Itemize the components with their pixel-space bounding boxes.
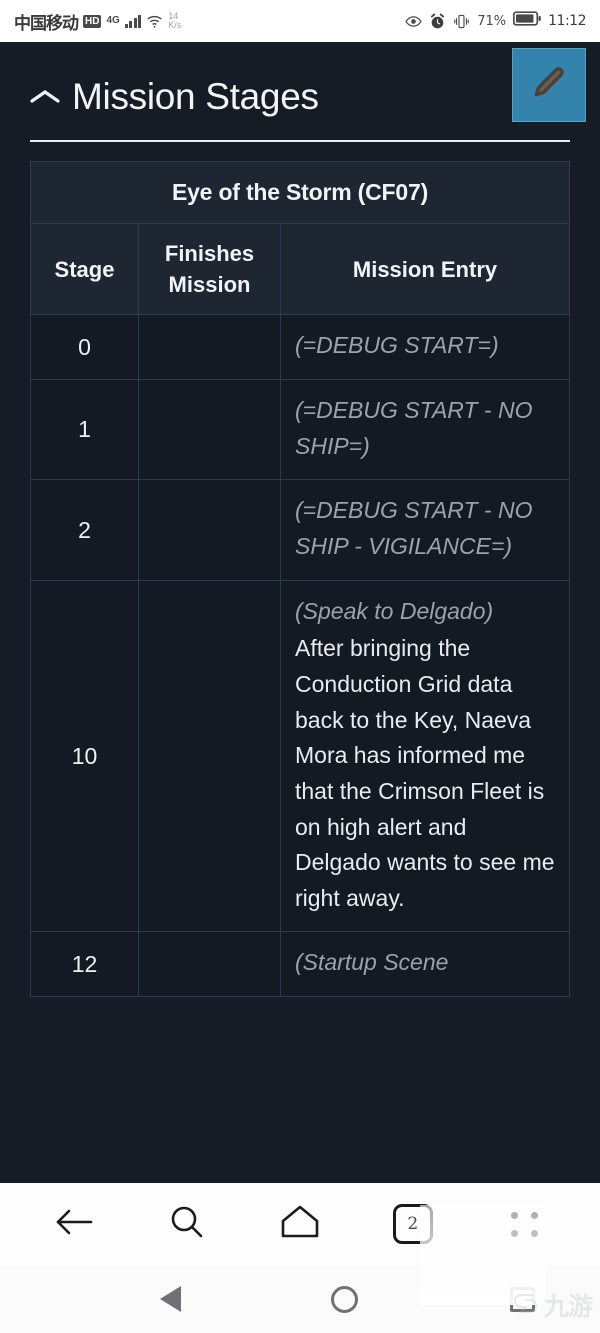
entry-note: (=DEBUG START=) <box>295 332 499 359</box>
entry-note: (=DEBUG START - NO SHIP=) <box>295 397 533 459</box>
table-header-row: Stage Finishes Mission Mission Entry <box>30 222 570 316</box>
title-divider <box>30 140 570 142</box>
cell-finishes-mission <box>138 379 281 481</box>
cell-mission-entry: (=DEBUG START=) <box>280 314 570 381</box>
cell-finishes-mission <box>138 931 281 998</box>
more-menu-button[interactable] <box>492 1193 560 1255</box>
signal-bars-icon <box>124 14 142 28</box>
column-header-stage: Stage <box>30 222 139 316</box>
cell-stage: 0 <box>30 314 139 381</box>
status-bar-left: 中国移动 HD 4G 14 K/s <box>14 9 181 34</box>
tab-count-label: 2 <box>407 1214 419 1234</box>
wifi-icon <box>146 13 163 30</box>
nav-recents-button[interactable] <box>457 1265 587 1333</box>
column-header-finishes-mission: Finishes Mission <box>138 222 281 316</box>
edit-button[interactable] <box>512 48 586 122</box>
search-button[interactable] <box>153 1193 221 1255</box>
tab-count-square: 2 <box>392 1204 433 1244</box>
browser-toolbar: 2 <box>0 1183 600 1265</box>
nav-back-triangle-icon <box>159 1286 181 1312</box>
back-arrow-icon <box>53 1205 95 1244</box>
page-title: Mission Stages <box>72 76 319 117</box>
cell-mission-entry: (=DEBUG START - NO SHIP=) <box>280 379 570 481</box>
entry-note: (=DEBUG START - NO SHIP - VIGILANCE=) <box>295 497 533 560</box>
cell-finishes-mission <box>138 314 281 381</box>
cell-finishes-mission <box>138 479 281 581</box>
nav-back-button[interactable] <box>105 1265 235 1333</box>
back-button[interactable] <box>40 1193 108 1255</box>
battery-percent-label: 71% <box>477 13 507 29</box>
entry-body: After bringing the Conduction Grid data … <box>295 635 555 911</box>
table-row: 0 (=DEBUG START=) <box>30 314 570 381</box>
nav-recents-square-icon <box>509 1286 535 1312</box>
eye-icon <box>405 13 422 30</box>
tab-count-button[interactable]: 2 <box>379 1193 447 1255</box>
table-row: 10 (Speak to Delgado) After bringing the… <box>30 579 570 933</box>
carrier-label: 中国移动 <box>14 13 79 34</box>
hd-badge: HD <box>83 14 102 28</box>
cell-mission-entry: (Speak to Delgado) After bringing the Co… <box>280 579 570 933</box>
section-header: Mission Stages <box>14 42 586 130</box>
chevron-up-icon[interactable] <box>28 80 62 114</box>
android-nav-bar <box>0 1265 600 1333</box>
network-type-label: 4G <box>106 14 120 26</box>
table-caption-row: Eye of the Storm (CF07) <box>30 161 570 224</box>
android-status-bar: 中国移动 HD 4G 14 K/s 71% 11:12 <box>0 0 600 42</box>
search-icon <box>168 1203 206 1246</box>
table-row: 1 (=DEBUG START - NO SHIP=) <box>30 379 570 481</box>
column-header-mission-entry: Mission Entry <box>280 222 570 316</box>
nav-home-button[interactable] <box>279 1265 409 1333</box>
cell-finishes-mission <box>138 579 281 933</box>
table-row: 2 (=DEBUG START - NO SHIP - VIGILANCE=) <box>30 479 570 581</box>
home-button[interactable] <box>266 1193 334 1255</box>
cell-stage: 1 <box>30 379 139 481</box>
table-row: 12 (Startup Scene <box>30 931 570 998</box>
vibrate-icon <box>453 13 470 30</box>
cell-stage: 12 <box>30 931 139 998</box>
battery-icon <box>513 11 541 31</box>
status-bar-right: 71% 11:12 <box>405 11 586 31</box>
cell-mission-entry: (=DEBUG START - NO SHIP - VIGILANCE=) <box>280 479 570 581</box>
cell-stage: 10 <box>30 579 139 933</box>
clock-label: 11:12 <box>548 13 586 29</box>
more-menu-icon <box>511 1211 540 1237</box>
entry-note: (Speak to Delgado) <box>295 597 494 624</box>
data-speed-unit: K/s <box>168 20 182 30</box>
alarm-clock-icon <box>429 12 446 30</box>
nav-home-circle-icon <box>330 1285 358 1313</box>
cell-stage: 2 <box>30 479 139 581</box>
mission-stages-table: Eye of the Storm (CF07) Stage Finishes M… <box>30 161 570 998</box>
pencil-icon <box>530 64 568 107</box>
entry-note: (Startup Scene <box>295 949 449 976</box>
cell-mission-entry: (Startup Scene <box>280 931 570 998</box>
home-icon <box>279 1203 321 1246</box>
webview-content[interactable]: Mission Stages Eye of the Storm (CF07) S <box>0 42 600 1183</box>
data-speed-indicator: 14 K/s <box>168 12 181 30</box>
table-caption: Eye of the Storm (CF07) <box>30 161 570 224</box>
